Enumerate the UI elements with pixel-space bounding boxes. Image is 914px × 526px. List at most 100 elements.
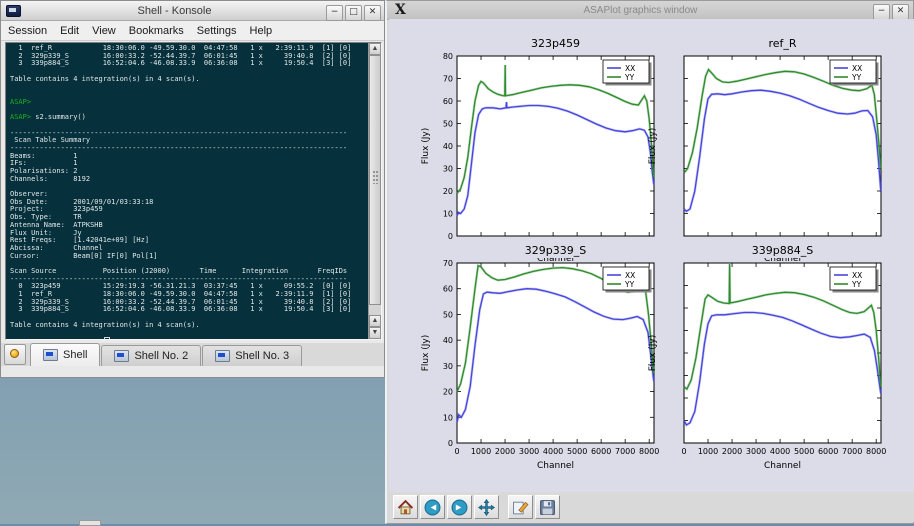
chart-text: 8000 [639,447,659,456]
chart-text: 50 [443,120,453,129]
plots-svg[interactable]: 01020304050607080ChannelFlux (Jy)XXYY323… [389,19,914,492]
chart-text: XX [625,271,635,280]
terminal-line: Channels: 8192 [10,176,368,184]
chart-title: 323p459 [531,37,580,50]
chart-text: XX [625,64,635,73]
chart-text: 60 [443,285,453,294]
asaplot-window-title: ASAPlot graphics window [410,5,871,16]
chart-text: 0 [454,447,459,456]
taskbar-peek[interactable] [79,520,101,526]
terminal-scrollbar[interactable]: ▲ ▲ ▼ [368,43,381,339]
menu-session[interactable]: Session [8,25,47,37]
chart-text: 0 [448,439,453,448]
chart-323p459: 01020304050607080ChannelFlux (Jy)XXYY323… [421,37,654,264]
chart-text: 30 [443,362,453,371]
scroll-up-icon[interactable]: ▲ [369,43,381,55]
chart-text: YY [624,280,635,289]
scroll-up2-icon[interactable]: ▲ [369,315,381,327]
plot-toolbar [389,492,914,522]
terminal[interactable]: 1 ref_R 18:30:06.0 -49.59.30.0 04:47:58 … [5,42,382,340]
chart-text: Channel [537,461,574,471]
home-icon [397,499,414,516]
konsole-tabbar: Shell Shell No. 2 Shell No. 3 [1,343,384,366]
save-button[interactable] [535,495,560,519]
back-icon [424,499,441,516]
minimize-icon[interactable]: − [326,5,343,21]
menu-view[interactable]: View [92,25,116,37]
chart-text: 1000 [698,447,718,456]
terminal-line: Table contains 4 integration(s) in 4 sca… [10,322,368,330]
chart-text: Flux (Jy) [421,128,431,165]
close-icon[interactable]: ✕ [892,4,909,20]
new-session-button[interactable] [4,344,26,365]
zoom-rect-button[interactable] [508,495,533,519]
chart-text: 70 [443,75,453,84]
chart-text: Flux (Jy) [421,335,431,372]
scrollbar-thumb[interactable] [369,55,381,305]
tab-shell[interactable]: Shell [30,343,100,366]
chart-text: 20 [443,388,453,397]
zoom-rect-icon [512,499,529,516]
tab-label: Shell [63,349,87,361]
chart-text: 40 [443,142,453,151]
tab-shell-no-3[interactable]: Shell No. 3 [202,345,302,366]
menu-help[interactable]: Help [250,25,273,37]
menu-settings[interactable]: Settings [197,25,237,37]
chart-text: 8000 [866,447,886,456]
asaplot-titlebar[interactable]: X ASAPlot graphics window −✕ [387,1,913,20]
chart-329p339_S: 0100020003000400050006000700080000102030… [421,241,659,471]
chart-text: 2000 [495,447,515,456]
save-icon [539,499,556,516]
chart-text: 6000 [818,447,838,456]
terminal-line: Cursor: Beam[0] IF[0] Pol[1] [10,253,368,261]
back-button[interactable] [420,495,445,519]
terminal-icon [114,350,129,362]
chart-text: 50 [443,310,453,319]
terminal-line: ASAP> s2.summary() [10,114,368,122]
chart-text: 40 [443,336,453,345]
konsole-menubar: Session Edit View Bookmarks Settings Help [1,21,384,41]
scrollbar-grip [372,170,379,184]
terminal-line: Table contains 4 integration(s) in 4 sca… [10,76,368,84]
forward-button[interactable] [447,495,472,519]
terminal-icon [43,349,58,361]
chart-text: 7000 [842,447,862,456]
chart-text: Flux (Jy) [648,128,658,165]
konsole-app-icon [6,5,21,17]
konsole-titlebar[interactable]: Shell - Konsole −□✕ [1,1,384,21]
chart-text: 20 [443,187,453,196]
home-button[interactable] [393,495,418,519]
chart-text: 10 [443,210,453,219]
tab-shell-no-2[interactable]: Shell No. 2 [101,345,201,366]
chart-text: 80 [443,52,453,61]
terminal-line: ASAP> plotter.plot(s2) [10,337,368,339]
terminal-text[interactable]: 1 ref_R 18:30:06.0 -49.59.30.0 04:47:58 … [6,43,368,339]
konsole-window: Shell - Konsole −□✕ Session Edit View Bookm… [0,0,385,378]
chart-text: 3000 [746,447,766,456]
chart-text: 30 [443,165,453,174]
x11-icon: X [395,3,406,17]
chart-text: 60 [443,97,453,106]
minimize-icon[interactable]: − [873,4,890,20]
pan-button[interactable] [474,495,499,519]
close-icon[interactable]: ✕ [364,5,381,21]
chart-text: Flux (Jy) [648,335,658,372]
maximize-icon[interactable]: □ [345,5,362,21]
terminal-icon [215,350,230,362]
chart-title: ref_R [768,37,796,50]
pan-icon [478,499,495,516]
chart-text: 5000 [567,447,587,456]
chart-title: 339p884_S [752,244,813,257]
chart-text: 4000 [770,447,790,456]
scroll-down-icon[interactable]: ▼ [369,327,381,339]
menu-edit[interactable]: Edit [60,25,79,37]
figure-canvas[interactable]: 01020304050607080ChannelFlux (Jy)XXYY323… [389,19,914,493]
tab-label: Shell No. 3 [235,350,289,362]
menu-bookmarks[interactable]: Bookmarks [129,25,184,37]
chart-text: 10 [443,413,453,422]
terminal-cursor [104,337,110,339]
chart-ref_R: ChannelFlux (Jy)XXYYref_R [648,37,881,264]
chart-text: 6000 [591,447,611,456]
terminal-line [10,83,368,91]
chart-text: 0 [448,232,453,241]
